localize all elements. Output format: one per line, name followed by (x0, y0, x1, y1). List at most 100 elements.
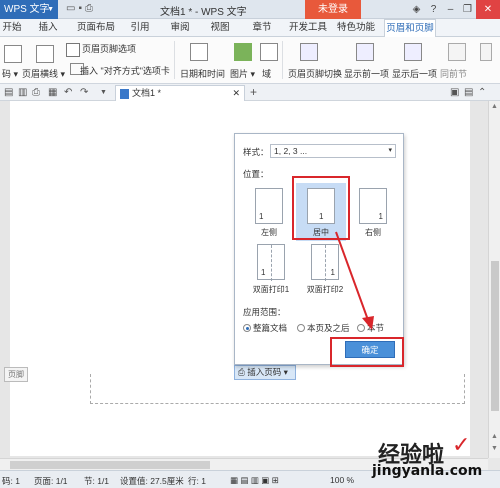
tab-page-layout[interactable]: 页面布局 (74, 19, 118, 37)
ribbon: 页眉页脚选项 码 ▾ 页眉横线 ▾ 插入 "对齐方式"选项卡 日期和时间 图片 … (0, 37, 500, 84)
position-right-label: 右侧 (365, 228, 381, 237)
tab-developer[interactable]: 开发工具 (288, 19, 328, 37)
collapse-icon[interactable]: ⌃ (478, 87, 486, 98)
ribbon-separator (282, 41, 283, 79)
page-number-icon (4, 45, 22, 63)
same-as-prev-icon (448, 43, 466, 61)
skin-icon[interactable]: ◈ (408, 0, 425, 19)
header-line-icon (36, 45, 54, 63)
scroll-up-icon[interactable]: ▲ (491, 103, 498, 110)
watermark-check-icon: ✓ (452, 432, 471, 457)
minimize-icon[interactable]: – (442, 0, 459, 19)
field-icon (260, 43, 278, 61)
field-button[interactable]: 域 (262, 67, 271, 80)
show-prev-icon (356, 43, 374, 61)
window-controls: ◈ ? – ❐ ✕ (408, 0, 500, 19)
undo-icon[interactable]: ↶ (64, 87, 72, 98)
tab-header-footer[interactable]: 页眉和页脚 (384, 19, 436, 38)
print-icon[interactable]: ⎙ (85, 3, 96, 14)
print-icon[interactable]: ⎙ (32, 87, 40, 98)
calendar-icon (190, 43, 208, 61)
app-name: WPS 文字 (4, 4, 50, 15)
insert-page-number-button[interactable]: ⎙ 插入页码 ▾ (234, 365, 296, 380)
footer-label: 页脚 (4, 367, 28, 382)
scroll-up-icon[interactable]: ▲ (491, 433, 498, 440)
show-next-button[interactable]: 显示后一项 (392, 67, 437, 80)
chevron-down-icon: ▼ (47, 6, 54, 13)
switch-icon (300, 43, 318, 61)
tab-view[interactable]: 视图 (208, 19, 232, 37)
close-icon[interactable]: ✕ (476, 0, 500, 19)
tab-insert[interactable]: 插入 (36, 19, 60, 37)
close-tab-icon[interactable]: ✕ (232, 86, 240, 101)
preview-icon[interactable]: ▦ (48, 87, 57, 98)
date-time-button[interactable]: 日期和时间 (180, 67, 225, 80)
picture-button[interactable]: 图片 ▾ (230, 67, 255, 80)
ribbon-separator (174, 41, 175, 79)
new-tab-icon[interactable]: + (250, 85, 257, 99)
scope-whole-document-radio[interactable]: 整篇文档 (243, 322, 287, 334)
page-number-button[interactable]: 码 ▾ (2, 67, 18, 80)
annotation-ok-highlight (330, 337, 404, 367)
view-icon[interactable]: ▣ (450, 87, 459, 98)
scope-label: 应用范围： (243, 307, 286, 317)
chevron-down-icon: ▾ (388, 147, 392, 154)
scroll-down-icon[interactable]: ▼ (491, 445, 498, 452)
status-row: 行: 1 (188, 476, 206, 486)
redo-icon[interactable]: ↷ (80, 87, 88, 98)
status-page-code: 码: 1 (2, 476, 20, 486)
header-footer-options-button[interactable]: 页眉页脚选项 (66, 42, 136, 57)
menu-tabs: 开始 插入 页面布局 引用 审阅 视图 章节 开发工具 特色功能 页眉和页脚 (0, 19, 500, 38)
status-setting: 设置值: 27.5厘米 (120, 476, 184, 486)
insert-align-tab-button[interactable]: 插入 "对齐方式"选项卡 (80, 64, 170, 77)
help-icon[interactable]: ? (425, 0, 442, 19)
page-number-popup: 样式： 1, 2, 3 ... ▾ 位置： 1 左侧 1 居中 1 右侧 1 双… (234, 133, 404, 365)
show-prev-button[interactable]: 显示前一项 (344, 67, 389, 80)
quick-access-bar: ▤ ▥ ⎙ ▦ ↶ ↷ ▼ 文档1 * ✕ + ▣ ▤ ⌃ (0, 84, 500, 101)
position-right-option[interactable]: 1 (359, 188, 387, 224)
position-duplex1-option[interactable]: 1 (257, 244, 285, 281)
status-pages: 页面: 1/1 (34, 476, 68, 486)
scope-this-page-after-radio[interactable]: 本页及之后 (297, 322, 350, 334)
ribbon-more-icon (480, 43, 492, 61)
folder-icon[interactable]: ▭ (66, 3, 78, 14)
tab-review[interactable]: 审阅 (168, 19, 192, 37)
quick-title-icons[interactable]: ▭▪⎙ (66, 3, 96, 14)
save-icon[interactable]: ▤ (4, 87, 13, 98)
status-section: 节: 1/1 (84, 476, 110, 486)
tab-references[interactable]: 引用 (128, 19, 152, 37)
position-duplex2-option[interactable]: 1 (311, 244, 339, 281)
scope-this-section-radio[interactable]: 本节 (357, 322, 384, 334)
style-select[interactable]: 1, 2, 3 ... ▾ (270, 144, 396, 158)
style-label: 样式： (243, 147, 269, 157)
layout-icon[interactable]: ▤ (464, 87, 473, 98)
tab-features[interactable]: 特色功能 (336, 19, 376, 37)
show-next-icon (404, 43, 422, 61)
header-footer-switch-button[interactable]: 页眉页脚切换 (288, 67, 342, 80)
chevron-down-icon[interactable]: ▼ (100, 89, 107, 96)
window-title: 文档1 * - WPS 文字 (160, 7, 247, 18)
view-mode-icons[interactable]: ▦ ▤ ▥ ▣ ⊞ (230, 475, 279, 486)
open-icon[interactable]: ▥ (18, 87, 27, 98)
tab-home[interactable]: 开始 (0, 19, 24, 37)
page-number-icon: ⎙ (238, 367, 245, 377)
login-button[interactable]: 未登录 (305, 0, 361, 19)
document-tab[interactable]: 文档1 * ✕ (115, 85, 245, 101)
wps-menu-button[interactable]: WPS 文字 ▼ (0, 0, 58, 19)
position-left-option[interactable]: 1 (255, 188, 283, 224)
vertical-scrollbar[interactable]: ▲ ▲ ▼ (488, 101, 500, 458)
restore-icon[interactable]: ❐ (459, 0, 476, 19)
radio-icon (297, 324, 305, 332)
annotation-center-highlight (292, 176, 350, 240)
tab-chapter[interactable]: 章节 (250, 19, 274, 37)
position-label: 位置： (243, 169, 269, 179)
scroll-thumb[interactable] (491, 261, 499, 411)
radio-icon (357, 324, 365, 332)
watermark-url: jingyanla.com (372, 463, 483, 479)
page-icon (66, 42, 80, 57)
status-zoom[interactable]: 100 % (330, 475, 354, 485)
same-as-prev-button[interactable]: 同前节 (440, 67, 467, 80)
header-line-button[interactable]: 页眉横线 ▾ (22, 67, 65, 80)
scroll-thumb[interactable] (10, 461, 210, 469)
position-left-label: 左侧 (261, 228, 277, 237)
